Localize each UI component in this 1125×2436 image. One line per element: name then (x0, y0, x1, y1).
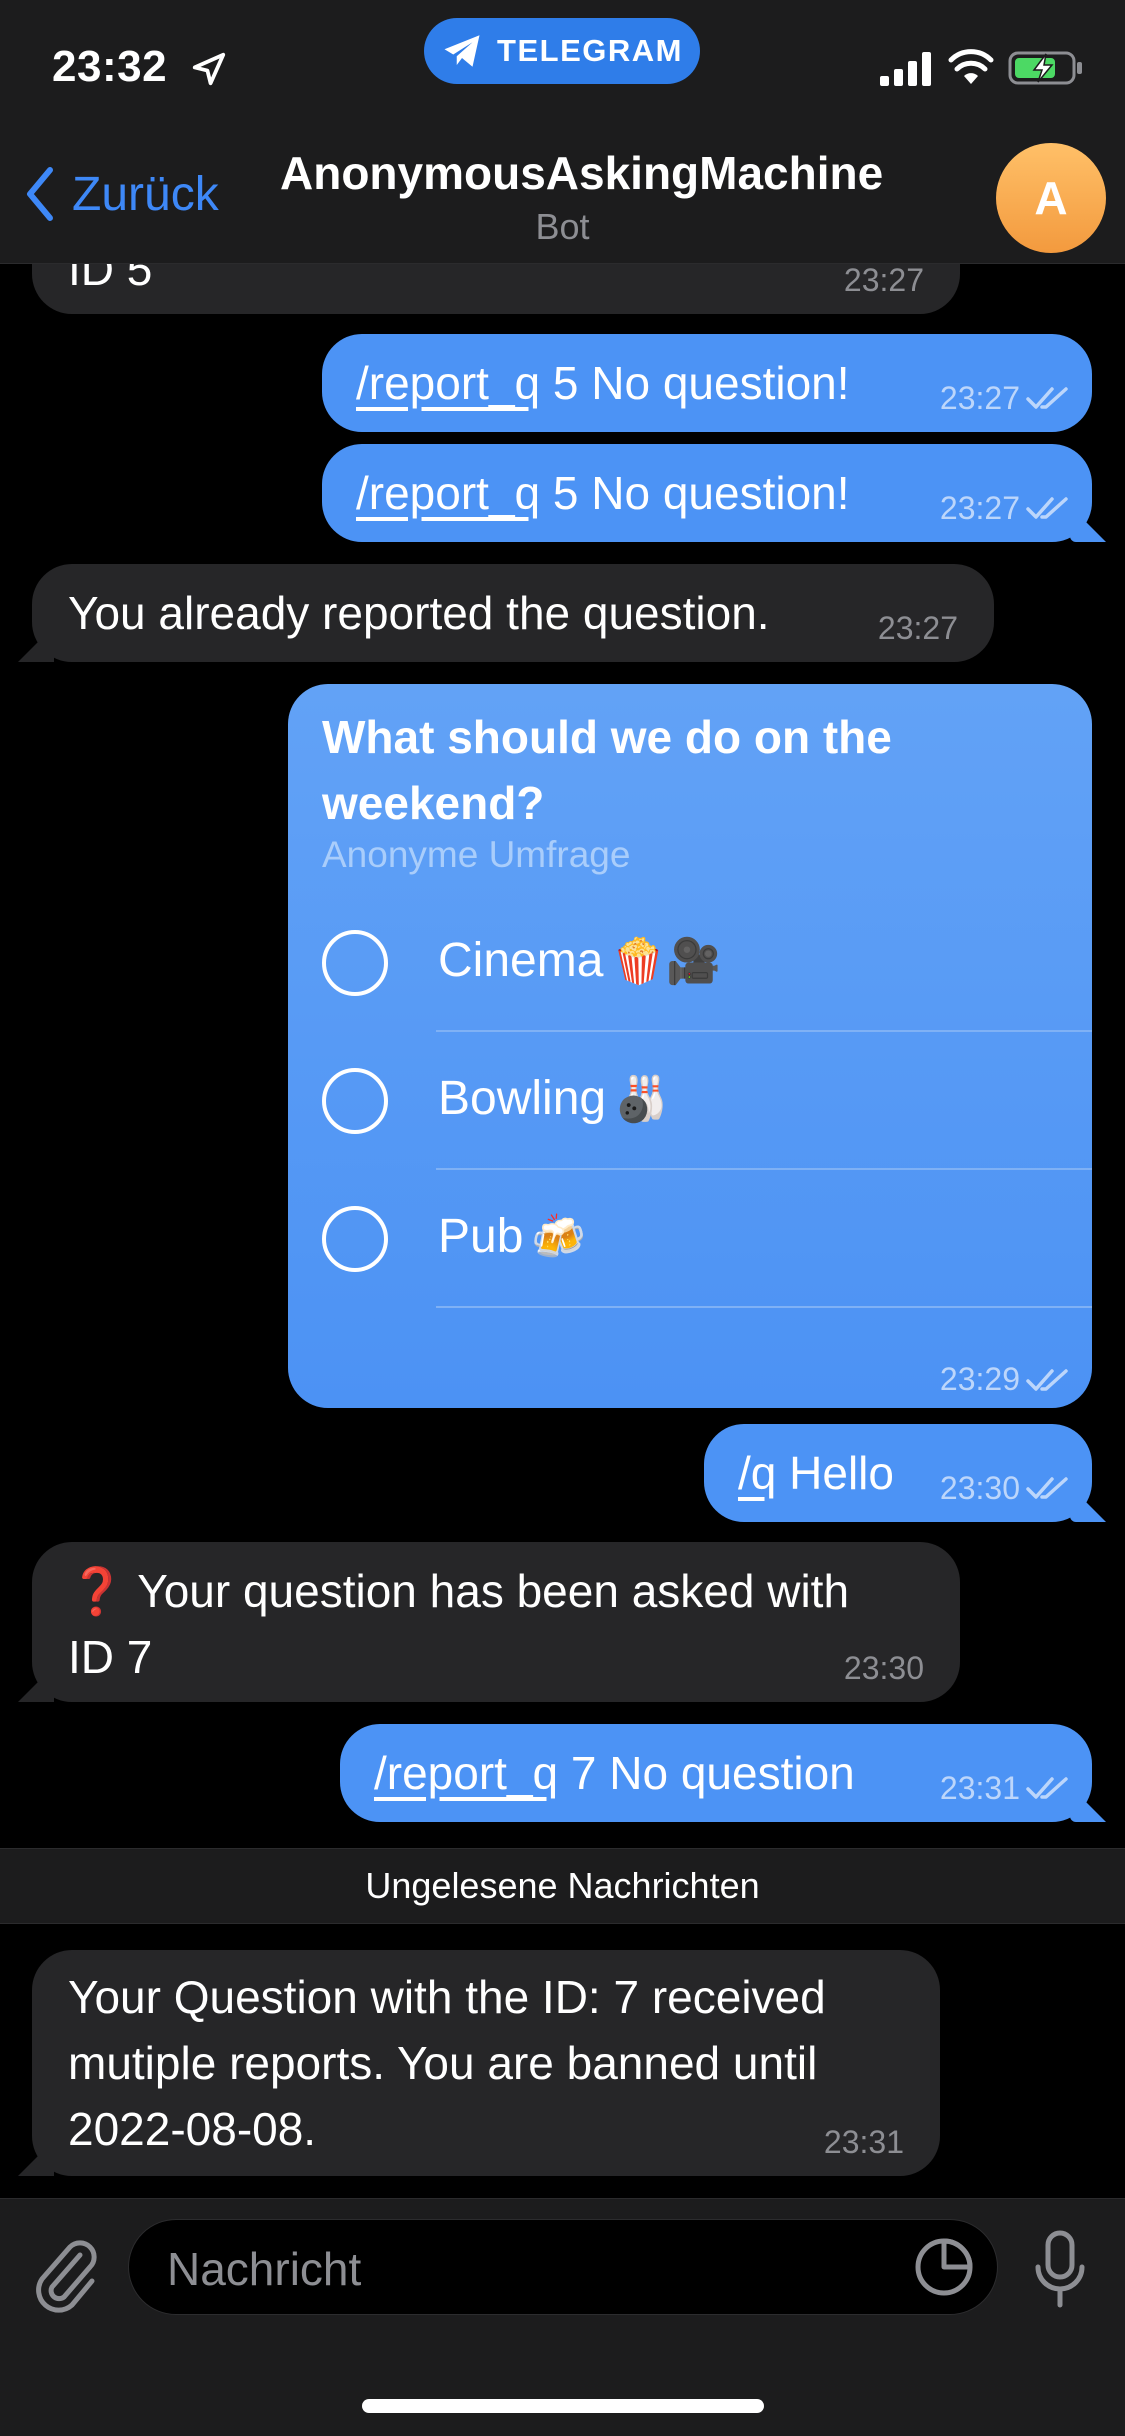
poll-option-cinema[interactable]: Cinema 🍿🎥 (288, 894, 1092, 1032)
question-mark-emoji: ❓ (68, 1565, 126, 1617)
avatar[interactable]: A (996, 143, 1106, 253)
unread-messages-divider: Ungelesene Nachrichten (0, 1848, 1125, 1924)
bot-command-link[interactable]: /report_q (356, 467, 540, 519)
double-check-icon (1026, 387, 1068, 409)
message-incoming[interactable]: You already reported the question. 23:27 (32, 564, 994, 662)
divider (436, 1306, 1092, 1308)
message-input-bar: Nachricht (0, 2198, 1125, 2436)
radio-button[interactable] (322, 1068, 388, 1134)
bot-command-link[interactable]: /report_q (374, 1747, 558, 1799)
poll-question: What should we do on the weekend? (322, 711, 892, 829)
poll-option-bowling[interactable]: Bowling 🎳 (288, 1032, 1092, 1170)
location-arrow-icon (192, 52, 226, 86)
message-text: /report_q 5 No question! (356, 357, 850, 409)
double-check-icon (1026, 1477, 1068, 1499)
input-placeholder: Nachricht (167, 2243, 362, 2295)
poll-option-pub[interactable]: Pub 🍻 (288, 1170, 1092, 1308)
telegram-plane-icon (444, 35, 480, 67)
wifi-icon (948, 49, 994, 84)
message-text: ❓ Your question has been asked with ID 7 (68, 1565, 850, 1683)
message-time: 23:27 (940, 488, 1070, 528)
status-time: 23:32 (52, 42, 168, 91)
message-text: /report_q 7 No question (374, 1747, 855, 1799)
message-incoming[interactable]: ❓ Your question has been asked with ID 7… (32, 1542, 960, 1702)
message-time: 23:31 (823, 2124, 904, 2160)
chat-header: 23:32 TELEGRAM Zurück AnonymousAskingMac… (0, 0, 1125, 264)
back-button[interactable]: Zurück (22, 164, 219, 224)
chevron-left-icon (27, 167, 53, 221)
message-time: 23:29 (940, 1361, 1070, 1398)
microphone-icon[interactable] (1030, 2229, 1090, 2315)
bot-command-link[interactable]: /report_q (356, 357, 540, 409)
message-incoming[interactable]: Your Question with the ID: 7 received mu… (32, 1950, 940, 2176)
radio-button[interactable] (322, 1206, 388, 1272)
poll-message[interactable]: What should we do on the weekend? Anonym… (288, 684, 1092, 1408)
message-outgoing[interactable]: /q Hello 23:30 (704, 1424, 1092, 1522)
message-text: Your Question with the ID: 7 received mu… (68, 1971, 826, 2155)
double-check-icon (1026, 1777, 1068, 1799)
poll-option-label: Pub (438, 1210, 524, 1263)
poll-option-label: Cinema (438, 934, 604, 987)
message-input[interactable]: Nachricht (128, 2219, 998, 2315)
message-text: You already reported the question. (68, 587, 770, 639)
bowling-emoji: 🎳 (614, 1075, 669, 1124)
message-text: /report_q 5 No question! (356, 467, 850, 519)
poll-type-label: Anonyme Umfrage (322, 834, 631, 875)
popcorn-camera-emoji: 🍿🎥 (611, 937, 721, 986)
bot-command-link[interactable]: /q (738, 1447, 776, 1499)
message-text: /q Hello (738, 1447, 894, 1499)
message-time: 23:27 (843, 262, 924, 298)
battery-charging-icon (1008, 51, 1082, 85)
double-check-icon (1026, 497, 1068, 519)
paperclip-icon[interactable] (30, 2235, 100, 2315)
radio-button[interactable] (322, 930, 388, 996)
home-indicator[interactable] (362, 2399, 764, 2413)
message-time: 23:27 (940, 378, 1070, 418)
signal-icon (880, 52, 931, 86)
back-label: Zurück (72, 167, 219, 221)
sticker-icon[interactable] (913, 2236, 975, 2298)
message-outgoing[interactable]: /report_q 5 No question! 23:27 (322, 444, 1092, 542)
beer-emoji: 🍻 (531, 1213, 587, 1262)
chat-subtitle: Bot (535, 206, 590, 247)
message-outgoing[interactable]: /report_q 7 No question 23:31 (340, 1724, 1092, 1822)
message-time: 23:30 (940, 1468, 1070, 1508)
message-time: 23:30 (843, 1650, 924, 1686)
chat-screen: ID 5 23:27 /report_q 5 No question! 23:2… (0, 0, 1125, 2436)
double-check-icon (1026, 1368, 1068, 1391)
message-time: 23:31 (940, 1768, 1070, 1808)
message-time: 23:27 (877, 610, 958, 646)
message-outgoing[interactable]: /report_q 5 No question! 23:27 (322, 334, 1092, 432)
poll-option-label: Bowling (438, 1072, 607, 1125)
chat-title[interactable]: AnonymousAskingMachine (280, 146, 883, 200)
app-pill-label: TELEGRAM (497, 33, 683, 68)
return-to-telegram-pill[interactable]: TELEGRAM (424, 18, 700, 84)
